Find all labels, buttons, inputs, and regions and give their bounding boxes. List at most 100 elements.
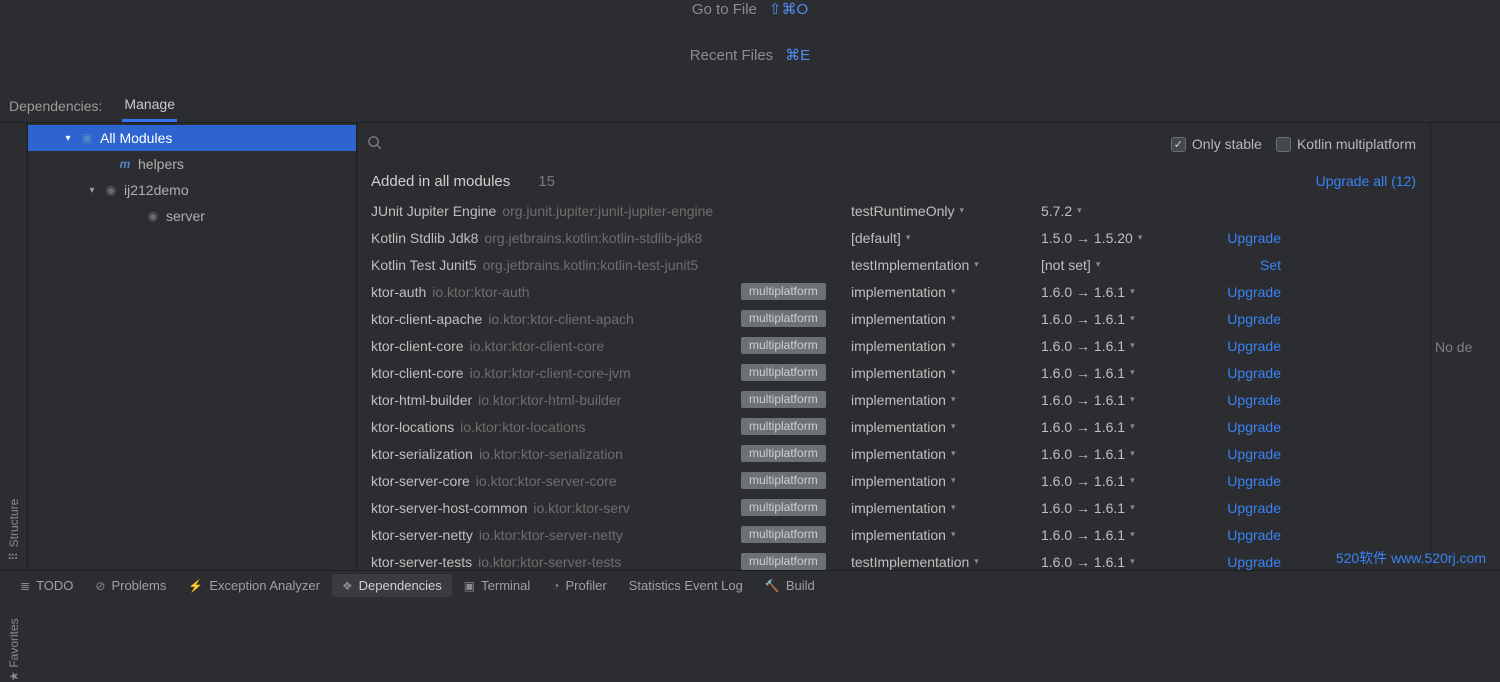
bottom-profiler[interactable]: ◔Profiler [542,574,616,597]
chevron-down-icon: ▾ [1096,259,1101,270]
scope-dropdown[interactable]: implementation▾ [851,500,1041,516]
chevron-down-icon: ▾ [1077,205,1082,216]
tree-all-modules[interactable]: ▾ ▣ All Modules [28,125,356,151]
version-dropdown[interactable]: [not set]▾ [1041,257,1201,273]
dependency-row[interactable]: ktor-server-host-commonio.ktor:ktor-serv… [371,494,1416,521]
dependency-row[interactable]: JUnit Jupiter Engineorg.junit.jupiter:ju… [371,197,1416,224]
bottom-exception-analyzer[interactable]: ⚡Exception Analyzer [178,574,330,597]
chevron-down-icon: ▾ [951,313,956,324]
tool-structure[interactable]: ⠿Structure [7,499,21,562]
version-dropdown[interactable]: 1.6.0 → 1.6.1▾ [1041,392,1201,408]
version-dropdown[interactable]: 1.6.0 → 1.6.1▾ [1041,284,1201,300]
dep-action-link[interactable]: Upgrade [1201,473,1281,489]
dependency-row[interactable]: ktor-client-coreio.ktor:ktor-client-core… [371,359,1416,386]
dependency-row[interactable]: ktor-server-coreio.ktor:ktor-server-core… [371,467,1416,494]
tool-favorites[interactable]: ★Favorites [7,618,21,681]
chevron-down-icon: ▾ [1130,313,1135,324]
dependency-row[interactable]: ktor-locationsio.ktor:ktor-locationsmult… [371,413,1416,440]
checkbox-kotlin-multiplatform[interactable]: Kotlin multiplatform [1276,136,1416,152]
tree-helpers[interactable]: m helpers [28,151,356,177]
tab-dependencies-prefix: Dependencies: [7,92,104,121]
bottom-todo[interactable]: ≣TODO [10,574,83,597]
scope-dropdown[interactable]: implementation▾ [851,338,1041,354]
multiplatform-badge: multiplatform [741,391,826,408]
tree-server[interactable]: ◉ server [28,203,356,229]
scope-dropdown[interactable]: implementation▾ [851,446,1041,462]
dep-coord: io.ktor:ktor-client-core [470,338,605,354]
hint-go-to-file[interactable]: Go to File ⇧⌘O [692,0,808,18]
dep-name: ktor-server-host-common [371,500,527,516]
version-dropdown[interactable]: 1.6.0 → 1.6.1▾ [1041,473,1201,489]
version-dropdown[interactable]: 5.7.2▾ [1041,203,1201,219]
checkbox-icon [1276,137,1291,152]
dep-name: ktor-client-core [371,338,464,354]
dep-action-link[interactable]: Upgrade [1201,419,1281,435]
watermark: 520软件 www.520rj.com [1336,548,1486,568]
tree-label: helpers [138,156,184,172]
chevron-down-icon: ▾ [1130,367,1135,378]
version-dropdown[interactable]: 1.6.0 → 1.6.1▾ [1041,500,1201,516]
bottom-problems[interactable]: ⊘Problems [85,574,176,597]
dep-action-link[interactable]: Upgrade [1201,446,1281,462]
dependency-row[interactable]: ktor-server-nettyio.ktor:ktor-server-net… [371,521,1416,548]
dependency-row[interactable]: ktor-client-core io.ktor:ktor-client-core… [371,332,1416,359]
bottom-terminal[interactable]: ▣Terminal [454,574,540,597]
hint-recent-files[interactable]: Recent Files ⌘E [690,46,810,64]
dependency-row[interactable]: ktor-authio.ktor:ktor-authmultiplatformi… [371,278,1416,305]
dep-action-link[interactable]: Upgrade [1201,527,1281,543]
version-dropdown[interactable]: 1.6.0 → 1.6.1▾ [1041,554,1201,570]
layers-icon: ❖ [342,579,353,593]
scope-dropdown[interactable]: implementation▾ [851,365,1041,381]
scope-dropdown[interactable]: implementation▾ [851,284,1041,300]
tab-manage[interactable]: Manage [122,90,177,122]
dependency-row[interactable]: ktor-server-testsio.ktor:ktor-server-tes… [371,548,1416,570]
multiplatform-badge: multiplatform [741,310,826,327]
dep-action-link[interactable]: Upgrade [1201,338,1281,354]
bottom-build[interactable]: 🔨Build [755,574,825,597]
tree-demo[interactable]: ▾ ◉ ij212demo [28,177,356,203]
version-dropdown[interactable]: 1.6.0 → 1.6.1▾ [1041,446,1201,462]
chevron-down-icon: ▾ [1130,286,1135,297]
version-dropdown[interactable]: 1.6.0 → 1.6.1▾ [1041,311,1201,327]
hint-label: Recent Files [690,47,773,64]
version-dropdown[interactable]: 1.6.0 → 1.6.1▾ [1041,338,1201,354]
dependency-row[interactable]: ktor-serializationio.ktor:ktor-serializa… [371,440,1416,467]
chevron-down-icon: ▾ [1130,475,1135,486]
dep-action-link[interactable]: Upgrade [1201,230,1281,246]
dependency-row[interactable]: ktor-client-apacheio.ktor:ktor-client-ap… [371,305,1416,332]
scope-dropdown[interactable]: implementation▾ [851,527,1041,543]
version-dropdown[interactable]: 1.6.0 → 1.6.1▾ [1041,419,1201,435]
scope-dropdown[interactable]: implementation▾ [851,419,1041,435]
dep-action-link[interactable]: Upgrade [1201,392,1281,408]
bottom-dependencies[interactable]: ❖Dependencies [332,574,452,597]
chevron-down-icon: ▾ [86,185,98,196]
dep-action-link[interactable]: Set [1201,257,1281,273]
scope-dropdown[interactable]: implementation▾ [851,392,1041,408]
dep-action-link[interactable]: Upgrade [1201,284,1281,300]
scope-dropdown[interactable]: implementation▾ [851,473,1041,489]
dep-action-link[interactable]: Upgrade [1201,311,1281,327]
search-icon[interactable] [367,135,382,153]
dependency-row[interactable]: ktor-html-builderio.ktor:ktor-html-build… [371,386,1416,413]
upgrade-all-link[interactable]: Upgrade all (12) [1316,173,1416,189]
dep-action-link[interactable]: Upgrade [1201,554,1281,570]
dep-action-link[interactable]: Upgrade [1201,365,1281,381]
scope-dropdown[interactable]: implementation▾ [851,311,1041,327]
list-title: Added in all modules [371,173,510,190]
scope-dropdown[interactable]: testImplementation▾ [851,554,1041,570]
scope-dropdown[interactable]: [default]▾ [851,230,1041,246]
bottom-stats[interactable]: Statistics Event Log [619,574,753,597]
scope-dropdown[interactable]: testImplementation▾ [851,257,1041,273]
version-dropdown[interactable]: 1.6.0 → 1.6.1▾ [1041,527,1201,543]
scope-dropdown[interactable]: testRuntimeOnly▾ [851,203,1041,219]
dependency-row[interactable]: Kotlin Stdlib Jdk8org.jetbrains.kotlin:k… [371,224,1416,251]
version-dropdown[interactable]: 1.6.0 → 1.6.1▾ [1041,365,1201,381]
list-icon: ≣ [20,579,30,593]
version-dropdown[interactable]: 1.5.0 → 1.5.20▾ [1041,230,1201,246]
checkbox-only-stable[interactable]: ✓ Only stable [1171,136,1262,152]
dependency-row[interactable]: Kotlin Test Junit5org.jetbrains.kotlin:k… [371,251,1416,278]
dep-name: ktor-locations [371,419,454,435]
star-icon: ★ [7,672,21,682]
dep-action-link[interactable]: Upgrade [1201,500,1281,516]
chevron-down-icon: ▾ [951,475,956,486]
